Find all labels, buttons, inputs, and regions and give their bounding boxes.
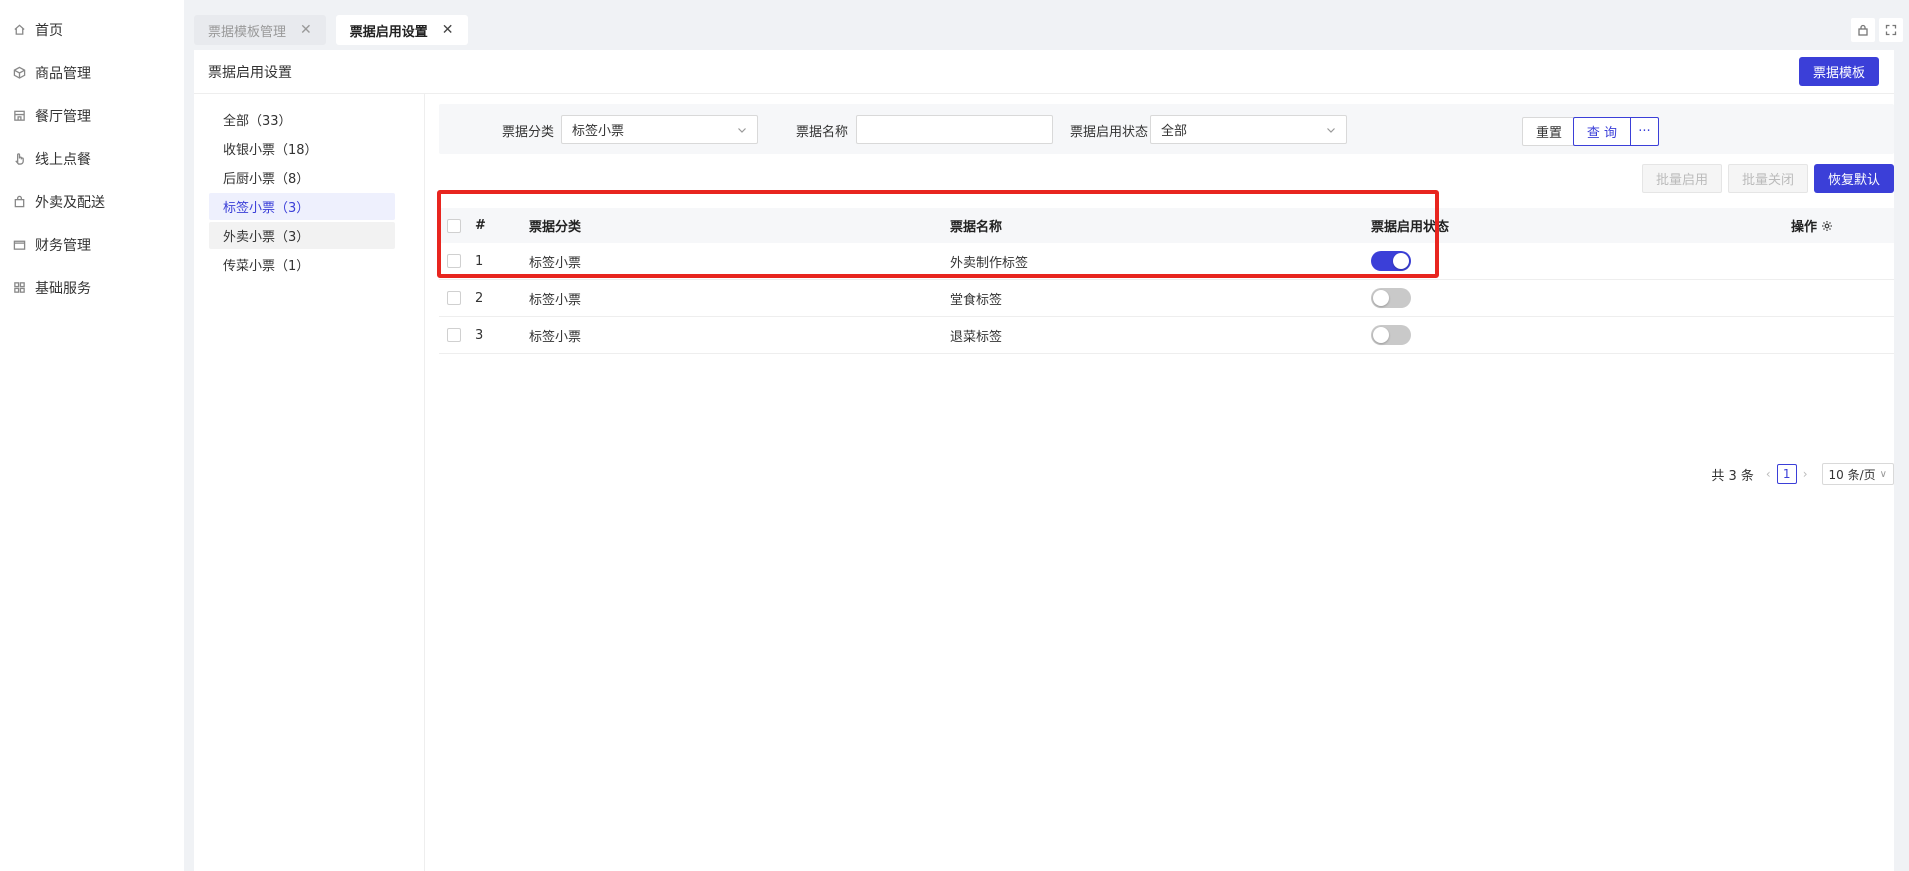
enable-toggle[interactable]: [1371, 251, 1411, 271]
row-checkbox[interactable]: [447, 328, 461, 342]
status-select-value: 全部: [1161, 124, 1188, 139]
tabs-bar: 票据模板管理 ✕ 票据启用设置 ✕: [184, 12, 1909, 48]
name-input[interactable]: [856, 115, 1053, 144]
total-count: 共 3 条: [1711, 468, 1754, 484]
row-category: 标签小票: [529, 255, 582, 271]
sidebar-item-basic-services[interactable]: 基础服务: [0, 266, 184, 309]
store-icon: [12, 109, 26, 123]
category-select-value: 标签小票: [572, 124, 625, 139]
status-filter-label: 票据启用状态: [1070, 125, 1149, 140]
page-size-value: 10 条/页: [1828, 467, 1876, 482]
sidebar-item-label: 首页: [35, 22, 63, 39]
category-item-label[interactable]: 标签小票（3）: [209, 193, 395, 220]
lock-icon[interactable]: [1851, 18, 1875, 42]
close-icon[interactable]: ✕: [442, 22, 454, 38]
content-card: 票据启用设置 票据模板 全部（33） 收银小票（18） 后厨小票（8） 标签小票…: [194, 50, 1894, 871]
category-item-takeout[interactable]: 外卖小票（3）: [209, 222, 395, 249]
sidebar: 首页 商品管理 餐厅管理 线上点餐 外卖及配送 财务管理 基础服务: [0, 0, 184, 871]
main-content: 票据分类 标签小票 票据名称 票据启用状态 全部 重置 查 询 ··· 批量启用…: [439, 104, 1894, 485]
row-name: 退菜标签: [950, 329, 1003, 345]
batch-enable-button[interactable]: 批量启用: [1642, 164, 1722, 193]
row-checkbox[interactable]: [447, 291, 461, 305]
page-size-select[interactable]: 10 条/页 ∨: [1821, 463, 1894, 485]
ticket-table: # 票据分类 票据名称 票据启用状态 操作 1 标签小票 外卖制作标签 2 标签…: [439, 208, 1894, 354]
bag-icon: [12, 195, 26, 209]
close-icon[interactable]: ✕: [300, 22, 312, 38]
category-item-all[interactable]: 全部（33）: [209, 106, 395, 133]
tab-tools: [1851, 18, 1903, 42]
row-index: 1: [475, 253, 484, 269]
row-checkbox[interactable]: [447, 254, 461, 268]
restore-default-button[interactable]: 恢复默认: [1814, 164, 1894, 193]
row-name: 外卖制作标签: [950, 255, 1029, 271]
sidebar-item-label: 餐厅管理: [35, 108, 91, 125]
chevron-down-icon: ∨: [1879, 468, 1887, 480]
enable-toggle[interactable]: [1371, 325, 1411, 345]
tab-label: 票据启用设置: [349, 24, 428, 40]
row-index: 2: [475, 290, 484, 306]
col-operation: 操作: [1791, 208, 1833, 243]
sidebar-item-products[interactable]: 商品管理: [0, 51, 184, 94]
next-page-icon[interactable]: ›: [1803, 467, 1808, 481]
category-filter-label: 票据分类: [502, 125, 555, 140]
table-row: 1 标签小票 外卖制作标签: [439, 243, 1894, 280]
table-row: 3 标签小票 退菜标签: [439, 317, 1894, 354]
row-index: 3: [475, 327, 484, 343]
card-header: 票据启用设置 票据模板: [194, 50, 1894, 94]
batch-disable-button[interactable]: 批量关闭: [1728, 164, 1808, 193]
reset-button[interactable]: 重置: [1522, 117, 1576, 146]
home-icon: [12, 23, 26, 37]
sidebar-item-delivery[interactable]: 外卖及配送: [0, 180, 184, 223]
page-number-button[interactable]: 1: [1776, 464, 1797, 484]
sidebar-item-label: 外卖及配送: [35, 194, 105, 211]
col-index: #: [475, 218, 486, 233]
table-row: 2 标签小票 堂食标签: [439, 280, 1894, 317]
tab-template-management[interactable]: 票据模板管理 ✕: [194, 15, 326, 45]
row-name: 堂食标签: [950, 292, 1003, 308]
category-select[interactable]: 标签小票: [561, 115, 758, 144]
enable-toggle[interactable]: [1371, 288, 1411, 308]
col-status: 票据启用状态: [1371, 220, 1450, 235]
gear-icon[interactable]: [1821, 220, 1833, 232]
grid-icon: [12, 281, 26, 295]
col-category: 票据分类: [529, 220, 582, 235]
more-button[interactable]: ···: [1630, 117, 1659, 146]
fullscreen-icon[interactable]: [1879, 18, 1903, 42]
batch-actions: 批量启用 批量关闭 恢复默认: [439, 154, 1894, 202]
template-button[interactable]: 票据模板: [1799, 57, 1879, 86]
pagination: 共 3 条 ‹ 1 › 10 条/页 ∨: [1711, 462, 1894, 486]
category-list: 全部（33） 收银小票（18） 后厨小票（8） 标签小票（3） 外卖小票（3） …: [194, 94, 425, 871]
category-item-kitchen[interactable]: 后厨小票（8）: [209, 164, 395, 191]
category-item-serving[interactable]: 传菜小票（1）: [209, 251, 395, 278]
sidebar-item-online-order[interactable]: 线上点餐: [0, 137, 184, 180]
table-header: # 票据分类 票据名称 票据启用状态 操作: [439, 208, 1894, 243]
sidebar-item-restaurant[interactable]: 餐厅管理: [0, 94, 184, 137]
select-all-checkbox[interactable]: [447, 218, 461, 233]
sidebar-item-label: 财务管理: [35, 237, 91, 254]
hand-icon: [12, 152, 26, 166]
sidebar-item-label: 基础服务: [35, 280, 91, 297]
name-filter-label: 票据名称: [796, 125, 849, 140]
status-select[interactable]: 全部: [1150, 115, 1347, 144]
box-icon: [12, 66, 26, 80]
col-operation-label: 操作: [1791, 220, 1818, 235]
tab-enable-settings[interactable]: 票据启用设置 ✕: [335, 15, 468, 45]
sidebar-item-finance[interactable]: 财务管理: [0, 223, 184, 266]
tab-label: 票据模板管理: [208, 24, 287, 40]
sidebar-item-label: 线上点餐: [35, 151, 91, 168]
prev-page-icon[interactable]: ‹: [1766, 467, 1771, 481]
chevron-down-icon: [1326, 124, 1336, 134]
category-item-cashier[interactable]: 收银小票（18）: [209, 135, 395, 162]
col-name: 票据名称: [950, 220, 1003, 235]
row-category: 标签小票: [529, 329, 582, 345]
sidebar-item-label: 商品管理: [35, 65, 91, 82]
filter-bar: 票据分类 标签小票 票据名称 票据启用状态 全部 重置 查 询 ···: [439, 104, 1894, 154]
sidebar-item-home[interactable]: 首页: [0, 8, 184, 51]
page-title: 票据启用设置: [208, 64, 292, 81]
wallet-icon: [12, 238, 26, 252]
row-category: 标签小票: [529, 292, 582, 308]
query-button[interactable]: 查 询: [1573, 117, 1631, 146]
chevron-down-icon: [737, 124, 747, 134]
